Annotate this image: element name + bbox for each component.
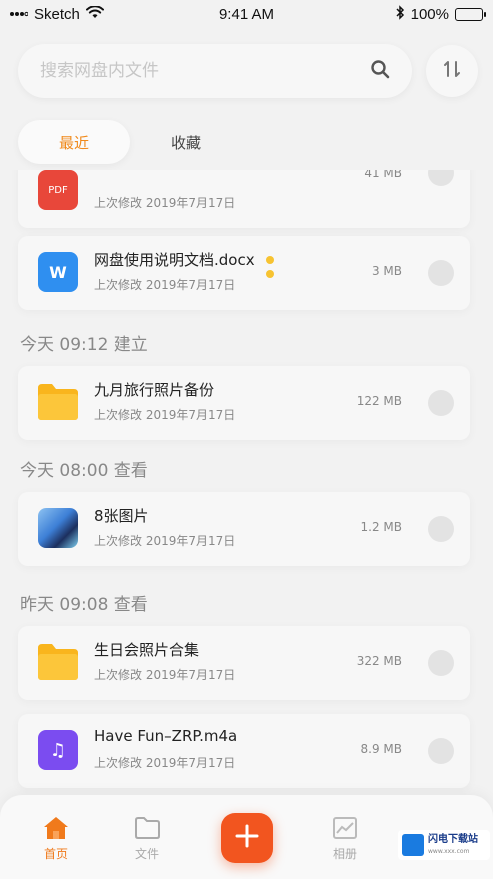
- status-right: 100%: [395, 4, 486, 24]
- file-size: 3 MB: [371, 264, 402, 278]
- nav-album[interactable]: 相册: [315, 815, 375, 862]
- signal-icon: [10, 6, 29, 23]
- select-checkbox[interactable]: [428, 650, 454, 676]
- watermark-url: www.xxx.com: [428, 848, 470, 855]
- file-size: 322 MB: [356, 654, 402, 668]
- nav-album-label: 相册: [332, 847, 357, 861]
- folder-icon: [38, 642, 78, 682]
- section-header: 今天 08:00 查看: [20, 461, 148, 481]
- tab-bar: 最近 收藏: [18, 120, 242, 164]
- watermark: 闪电下载站 www.xxx.com: [398, 830, 490, 860]
- section-header: 今天 09:12 建立: [20, 335, 148, 355]
- file-name: 生日会照片合集: [94, 641, 200, 659]
- file-modified: 上次修改 2019年7月17日: [94, 196, 236, 210]
- file-name: 九月旅行照片备份: [94, 381, 215, 399]
- file-modified: 上次修改 2019年7月17日: [94, 534, 236, 548]
- wifi-icon: [85, 4, 104, 23]
- folder-outline-icon: [117, 815, 177, 841]
- file-size: 8.9 MB: [360, 742, 402, 756]
- bluetooth-icon: [395, 4, 405, 24]
- battery-percent: 100%: [410, 5, 449, 23]
- search-box[interactable]: [18, 44, 412, 98]
- carrier-label: Sketch: [34, 5, 80, 23]
- tab-recent[interactable]: 最近: [18, 120, 130, 164]
- folder-icon: [38, 382, 78, 422]
- list-item[interactable]: 8张图片 上次修改 2019年7月17日 1.2 MB: [18, 492, 470, 566]
- file-list[interactable]: PDF 上次修改 2019年7月17日 41 MB W 网盘使用说明文档.doc…: [0, 170, 493, 795]
- album-icon: [315, 815, 375, 841]
- pdf-file-icon: PDF: [38, 170, 78, 210]
- select-checkbox[interactable]: [428, 390, 454, 416]
- select-checkbox[interactable]: [428, 738, 454, 764]
- word-file-icon: W: [38, 252, 78, 292]
- list-item[interactable]: W 网盘使用说明文档.docx 上次修改 2019年7月17日 3 MB: [18, 236, 470, 310]
- file-name: 8张图片: [94, 507, 149, 525]
- search-row: [18, 44, 478, 98]
- sort-button[interactable]: [426, 45, 478, 97]
- select-checkbox[interactable]: [428, 170, 454, 186]
- status-left: Sketch: [10, 4, 104, 23]
- nav-home[interactable]: 首页: [26, 815, 86, 862]
- select-checkbox[interactable]: [428, 260, 454, 286]
- tab-favorites[interactable]: 收藏: [130, 120, 242, 164]
- list-item[interactable]: ♫ Have Fun–ZRP.m4a 上次修改 2019年7月17日 8.9 M…: [18, 714, 470, 788]
- home-icon: [26, 815, 86, 841]
- select-checkbox[interactable]: [428, 516, 454, 542]
- watermark-title: 闪电下载站: [428, 834, 478, 845]
- nav-files[interactable]: 文件: [117, 815, 177, 862]
- file-modified: 上次修改 2019年7月17日: [94, 278, 236, 292]
- file-name: Have Fun–ZRP.m4a: [94, 727, 238, 745]
- watermark-text: 闪电下载站 www.xxx.com: [428, 834, 478, 856]
- file-size: 122 MB: [356, 394, 402, 408]
- add-button[interactable]: [221, 813, 273, 863]
- section-header: 昨天 09:08 查看: [20, 595, 148, 615]
- battery-icon: [455, 7, 486, 21]
- sort-icon: [442, 59, 462, 83]
- list-item[interactable]: PDF 上次修改 2019年7月17日 41 MB: [18, 170, 470, 228]
- file-size: 1.2 MB: [360, 520, 402, 534]
- music-file-icon: ♫: [38, 730, 78, 770]
- watermark-logo-icon: [402, 834, 424, 856]
- file-modified: 上次修改 2019年7月17日: [94, 408, 236, 422]
- nav-home-label: 首页: [43, 847, 68, 861]
- search-input[interactable]: [40, 61, 370, 81]
- status-bar: Sketch 9:41 AM 100%: [0, 0, 493, 28]
- star-icon: [264, 254, 276, 288]
- image-thumbnail-icon: [38, 508, 78, 548]
- file-modified: 上次修改 2019年7月17日: [94, 756, 236, 770]
- plus-icon: [235, 824, 259, 852]
- list-item[interactable]: 生日会照片合集 上次修改 2019年7月17日 322 MB: [18, 626, 470, 700]
- file-name: 网盘使用说明文档.docx: [94, 251, 255, 269]
- file-size: 41 MB: [364, 170, 402, 180]
- file-modified: 上次修改 2019年7月17日: [94, 668, 236, 682]
- search-icon[interactable]: [370, 59, 390, 83]
- nav-files-label: 文件: [134, 847, 159, 861]
- list-item[interactable]: 九月旅行照片备份 上次修改 2019年7月17日 122 MB: [18, 366, 470, 440]
